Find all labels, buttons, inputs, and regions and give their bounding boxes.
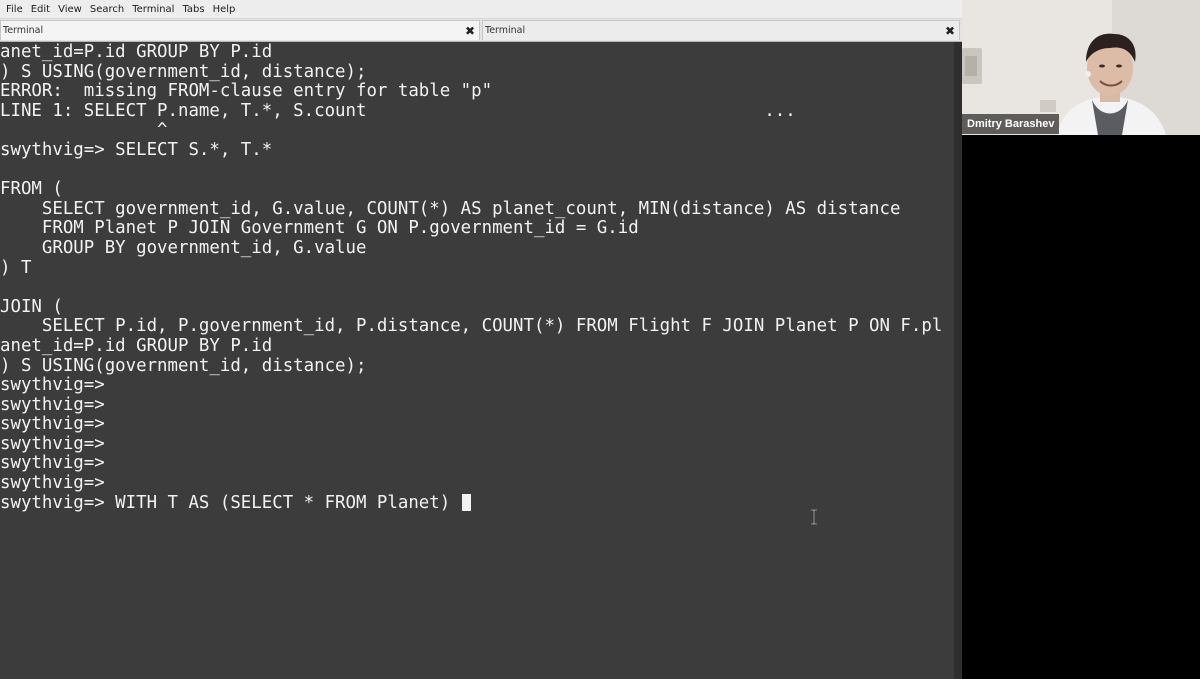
tab-terminal-1[interactable]: Terminal ✖ (0, 20, 480, 40)
terminal-line: swythvig=> (0, 453, 105, 474)
tab-bar: Terminal ✖ Terminal ✖ (0, 19, 962, 42)
terminal-line: swythvig=> (0, 375, 105, 396)
terminal-line: SELECT government_id, G.value, COUNT(*) … (0, 198, 901, 219)
terminal-line: swythvig=> (0, 394, 105, 415)
terminal-prompt-line[interactable]: swythvig=> WITH T AS (SELECT * FROM Plan… (0, 492, 942, 514)
terminal-line: LINE 1: SELECT P.name, T.*, S.count ... (0, 100, 796, 121)
terminal-line: swythvig=> SELECT S.*, T.* (0, 139, 273, 160)
terminal-line: ) S USING(government_id, distance); (0, 355, 367, 376)
text-cursor-icon (811, 509, 817, 525)
terminal-line: ^ (0, 120, 168, 141)
tab-terminal-2[interactable]: Terminal ✖ (482, 20, 960, 40)
terminal-line: swythvig=> (0, 414, 105, 435)
menu-tabs[interactable]: Tabs (178, 0, 208, 19)
video-call-panel: Dmitry Barashev (962, 0, 1200, 679)
menu-terminal[interactable]: Terminal (128, 0, 178, 19)
menu-view[interactable]: View (54, 0, 86, 19)
menu-help[interactable]: Help (209, 0, 240, 19)
menu-search[interactable]: Search (86, 0, 128, 19)
terminal-line: JOIN ( (0, 296, 63, 317)
close-icon[interactable]: ✖ (945, 25, 955, 37)
terminal-line: GROUP BY government_id, G.value (0, 237, 367, 258)
terminal-line: FROM ( (0, 179, 63, 200)
terminal-output[interactable]: anet_id=P.id GROUP BY P.id ) S USING(gov… (0, 42, 954, 679)
tab-label: Terminal (485, 25, 526, 36)
terminal-line: SELECT P.id, P.government_id, P.distance… (0, 316, 943, 337)
participant-name-label: Dmitry Barashev (962, 114, 1060, 134)
terminal-scrollbar[interactable] (954, 42, 962, 679)
terminal-current-input: swythvig=> WITH T AS (SELECT * FROM Plan… (0, 492, 461, 513)
terminal-line: ERROR: missing FROM-clause entry for tab… (0, 81, 493, 102)
terminal-line: ) T (0, 257, 32, 278)
tab-label: Terminal (3, 25, 44, 36)
terminal-line: ) S USING(government_id, distance); (0, 61, 367, 82)
menu-edit[interactable]: Edit (27, 0, 54, 19)
participant-video-tile[interactable]: Dmitry Barashev (962, 0, 1200, 135)
menu-file[interactable]: File (2, 0, 27, 19)
block-cursor (461, 493, 471, 511)
terminal-line: swythvig=> (0, 433, 105, 454)
terminal-line: swythvig=> (0, 473, 105, 494)
terminal-window: File Edit View Search Terminal Tabs Help… (0, 0, 962, 679)
terminal-line: anet_id=P.id GROUP BY P.id (0, 335, 273, 356)
menu-bar: File Edit View Search Terminal Tabs Help (0, 0, 962, 19)
close-icon[interactable]: ✖ (465, 25, 475, 37)
terminal-line: FROM Planet P JOIN Government G ON P.gov… (0, 218, 639, 239)
terminal-line: anet_id=P.id GROUP BY P.id (0, 42, 273, 62)
